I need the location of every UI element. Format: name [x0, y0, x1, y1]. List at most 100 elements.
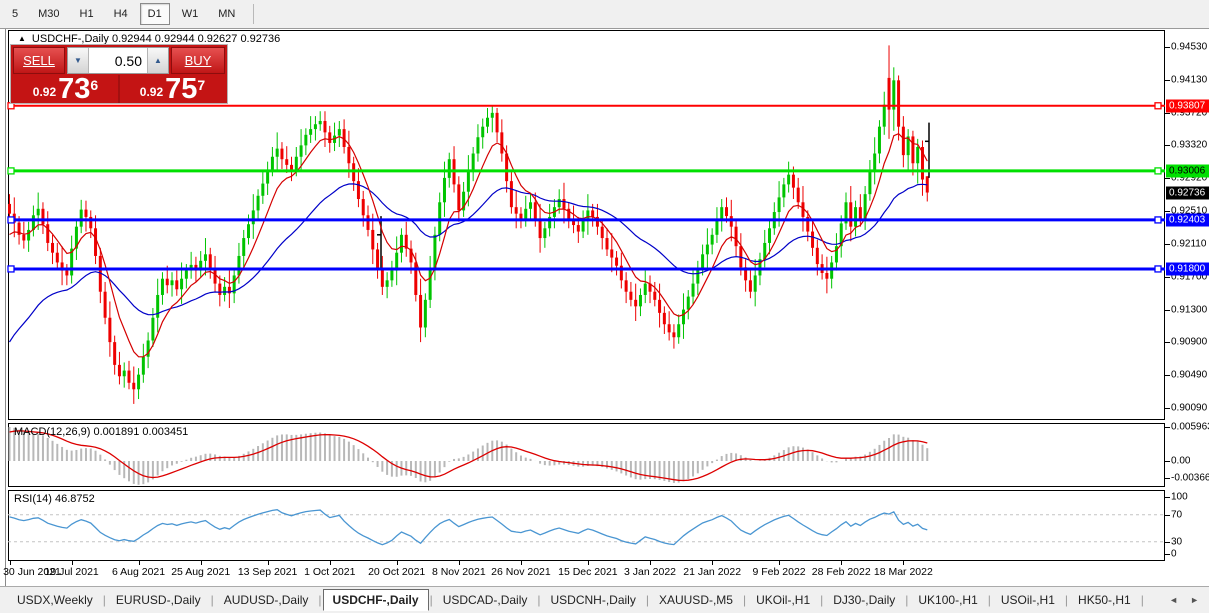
- candle-down: [290, 165, 293, 170]
- sell-price-main: 73: [58, 76, 90, 102]
- macd-label: MACD(12,26,9) 0.001891 0.003451: [14, 426, 188, 438]
- candle-down: [849, 202, 852, 226]
- sell-button[interactable]: SELL: [13, 47, 65, 74]
- candle-down: [118, 365, 121, 376]
- rsi-label: RSI(14) 46.8752: [14, 493, 95, 505]
- candle-up: [706, 245, 709, 255]
- candle-up: [692, 284, 695, 297]
- candle-down: [362, 199, 365, 215]
- candle-up: [37, 209, 40, 216]
- candle-down: [132, 383, 135, 390]
- candle-up: [639, 295, 642, 306]
- sell-price-pipette: 6: [90, 68, 98, 102]
- candle-up: [314, 124, 317, 129]
- volume-spinner: ▼ ▲: [67, 47, 169, 74]
- candle-up: [543, 228, 546, 238]
- candle-down: [797, 188, 800, 203]
- candle-down: [562, 199, 565, 209]
- candle-up: [491, 113, 494, 118]
- candle-down: [328, 132, 331, 143]
- candle-down: [104, 292, 107, 318]
- candle-down: [897, 80, 900, 126]
- candle-up: [878, 127, 881, 154]
- candle-down: [280, 149, 283, 160]
- candle-down: [209, 254, 212, 269]
- candle-down: [577, 225, 580, 232]
- candle-up: [386, 280, 389, 287]
- volume-decrease-icon[interactable]: ▼: [68, 48, 89, 73]
- candle-down: [735, 227, 738, 247]
- candle-down: [510, 181, 513, 207]
- candle-up: [271, 157, 274, 170]
- level-line-handle[interactable]: [8, 217, 14, 223]
- level-line-handle[interactable]: [8, 168, 14, 174]
- candle-up: [300, 145, 303, 156]
- candle-up: [467, 171, 470, 191]
- candle-down: [65, 271, 68, 276]
- sell-price[interactable]: 0.92 73 6: [13, 75, 118, 103]
- candle-up: [142, 357, 145, 375]
- candle-up: [242, 238, 245, 256]
- candle-down: [84, 210, 87, 217]
- level-line-handle[interactable]: [1155, 168, 1161, 174]
- rsi-value: 46.8752: [55, 493, 95, 505]
- candle-down: [519, 214, 522, 219]
- candle-up: [261, 184, 264, 196]
- candle-up: [644, 284, 647, 295]
- candle-down: [51, 243, 54, 253]
- candle-up: [443, 178, 446, 202]
- candle-up: [787, 175, 790, 185]
- candle-down: [323, 121, 326, 132]
- candle-up: [429, 269, 432, 300]
- candle-down: [94, 228, 97, 256]
- candle-down: [367, 215, 370, 230]
- volume-increase-icon[interactable]: ▲: [147, 48, 168, 73]
- candle-down: [792, 175, 795, 188]
- candle-up: [873, 154, 876, 170]
- level-line-handle[interactable]: [8, 266, 14, 272]
- buy-price-pipette: 7: [197, 68, 205, 102]
- candle-up: [529, 202, 532, 209]
- candle-down: [505, 154, 508, 182]
- level-line-handle[interactable]: [1155, 266, 1161, 272]
- candle-up: [204, 254, 207, 261]
- candle-up: [390, 271, 393, 281]
- candle-down: [22, 235, 25, 241]
- candle-down: [166, 279, 169, 286]
- candle-down: [214, 269, 217, 284]
- candle-up: [754, 275, 757, 291]
- candle-up: [27, 230, 30, 241]
- candle-up: [868, 170, 871, 194]
- candle-up: [400, 235, 403, 253]
- candle-down: [381, 269, 384, 287]
- candle-down: [457, 184, 460, 210]
- candle-up: [252, 210, 255, 224]
- candle-up: [682, 310, 685, 325]
- buy-price[interactable]: 0.92 75 7: [120, 75, 225, 103]
- candle-down: [8, 204, 11, 214]
- candle-up: [171, 280, 174, 285]
- candle-up: [677, 324, 680, 337]
- candle-down: [376, 249, 379, 269]
- level-price-badge: 0.92403: [1166, 213, 1209, 226]
- candle-down: [725, 207, 728, 216]
- candle-down: [591, 210, 594, 217]
- buy-price-prefix: 0.92: [140, 82, 163, 102]
- candle-down: [601, 227, 604, 238]
- candle-down: [414, 262, 417, 295]
- level-line-handle[interactable]: [1155, 103, 1161, 109]
- candle-up: [524, 209, 527, 219]
- candle-up: [161, 279, 164, 295]
- candle-up: [223, 287, 226, 295]
- candle-down: [347, 147, 350, 163]
- candle-up: [778, 197, 781, 212]
- candle-down: [859, 207, 862, 218]
- candle-up: [338, 129, 341, 136]
- candle-up: [80, 210, 83, 227]
- level-line-handle[interactable]: [1155, 217, 1161, 223]
- candle-down: [668, 324, 671, 332]
- candle-down: [218, 284, 221, 295]
- candle-up: [448, 159, 451, 178]
- candle-up: [715, 220, 718, 235]
- candle-down: [371, 230, 374, 250]
